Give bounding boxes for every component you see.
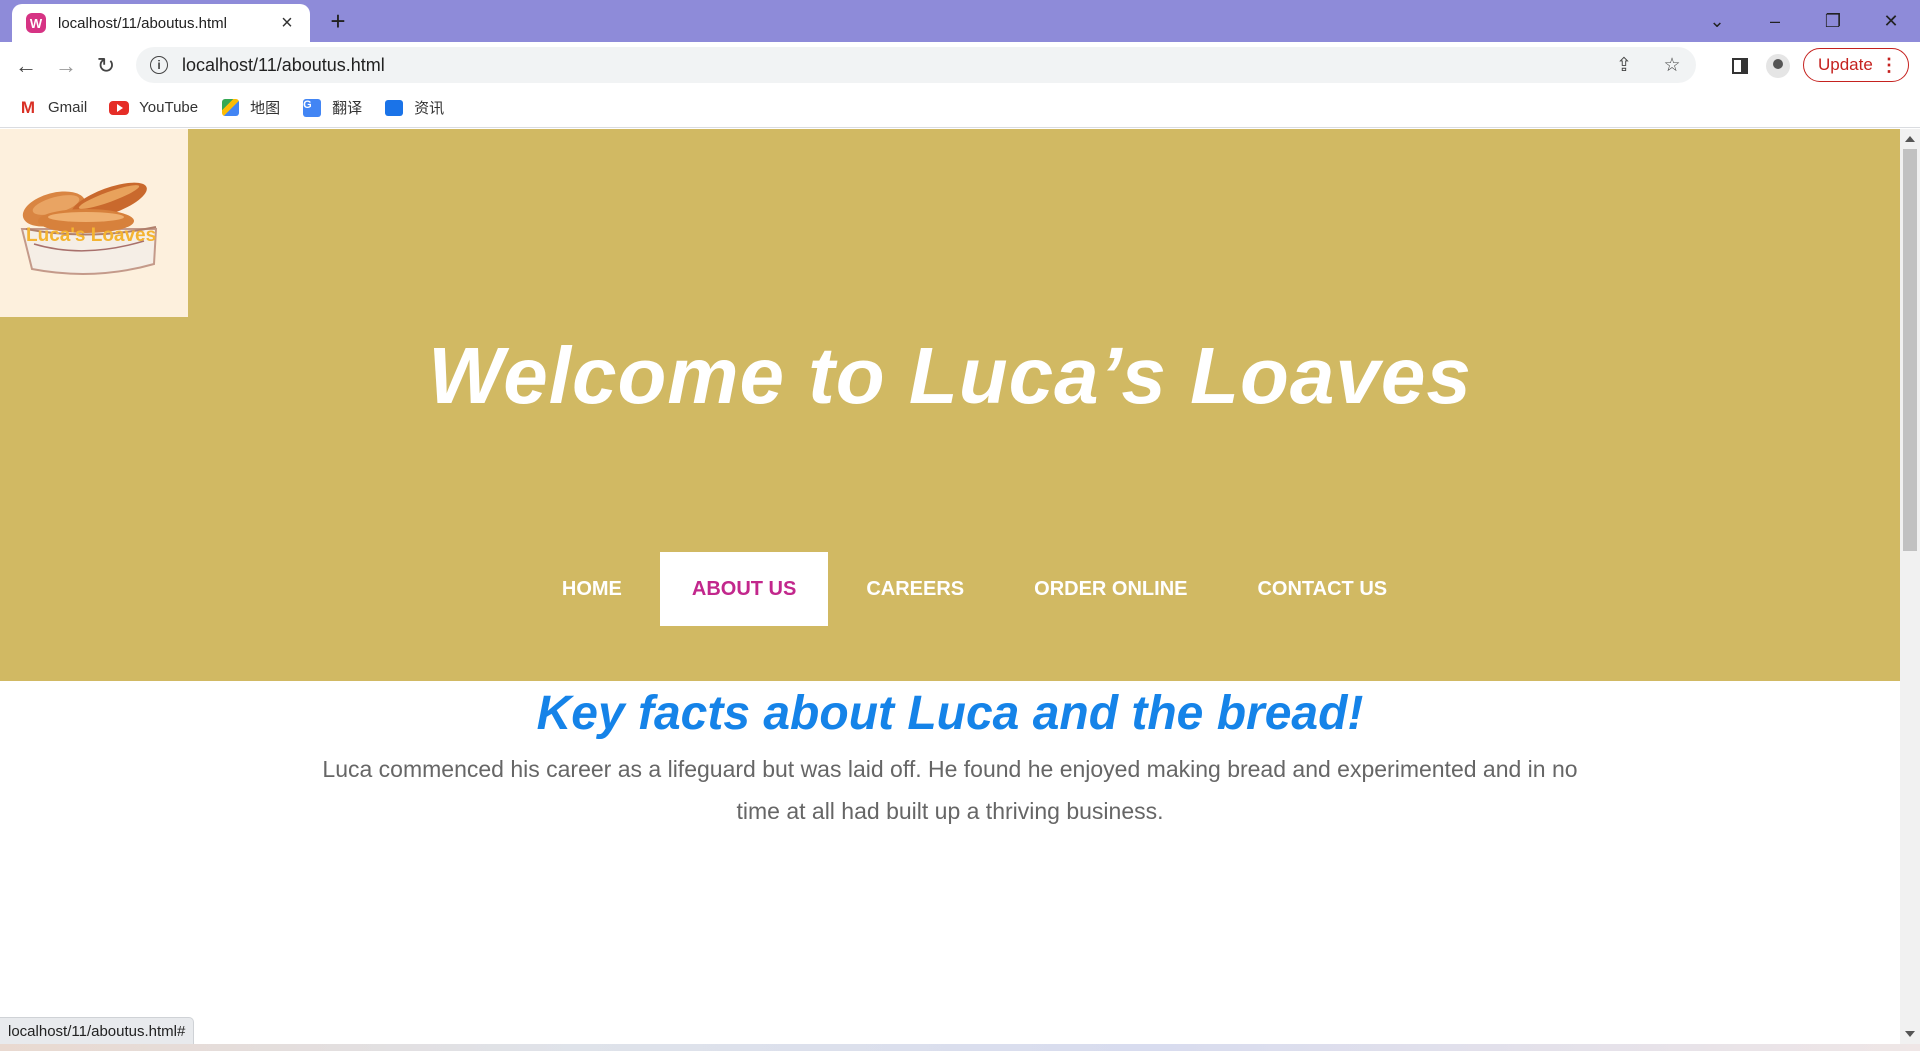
bookmark-label: Gmail bbox=[48, 99, 88, 116]
logo-text: Luca's Loaves bbox=[26, 225, 157, 246]
status-url-bubble: localhost/11/aboutus.html# bbox=[0, 1017, 195, 1044]
bookmark-label: 翻译 bbox=[332, 100, 363, 117]
site-logo[interactable]: Luca's Loaves bbox=[0, 129, 188, 317]
close-window-button[interactable]: ✕ bbox=[1862, 0, 1920, 42]
nav-order-online[interactable]: ORDER ONLINE bbox=[1002, 552, 1219, 626]
news-icon bbox=[385, 99, 404, 116]
gmail-icon: M bbox=[20, 97, 36, 117]
profile-avatar-icon[interactable] bbox=[1764, 52, 1792, 80]
bookmarks-bar: M Gmail YouTube 地图 G 翻译 资讯 bbox=[0, 88, 1920, 128]
reload-icon: ↻ bbox=[96, 53, 116, 78]
desktop-edge bbox=[0, 1044, 1920, 1051]
page-viewport: Luca's Loaves Welcome to Luca’s Loaves H… bbox=[0, 129, 1900, 1044]
nav-careers[interactable]: CAREERS bbox=[834, 552, 996, 626]
restore-button[interactable]: ❐ bbox=[1804, 0, 1862, 42]
hero-banner: Luca's Loaves Welcome to Luca’s Loaves H… bbox=[0, 129, 1900, 681]
tab-favicon-icon: W bbox=[26, 13, 46, 33]
back-arrow-icon: ← bbox=[15, 53, 37, 78]
bookmark-gmail[interactable]: M Gmail bbox=[18, 97, 88, 117]
bookmark-star-icon[interactable]: ☆ bbox=[1658, 51, 1686, 79]
page-scrollbar[interactable] bbox=[1900, 129, 1920, 1044]
site-info-icon[interactable]: i bbox=[150, 56, 168, 74]
browser-toolbar: ← → ↻ i localhost/11/aboutus.html ⇪ ☆ Up… bbox=[0, 42, 1920, 88]
bookmark-youtube[interactable]: YouTube bbox=[109, 99, 198, 116]
scrollbar-thumb[interactable] bbox=[1903, 149, 1917, 551]
tab-close-icon[interactable]: × bbox=[276, 12, 298, 35]
browser-tab[interactable]: W localhost/11/aboutus.html × bbox=[12, 4, 310, 42]
tab-title: localhost/11/aboutus.html bbox=[58, 14, 227, 32]
nav-contact-us[interactable]: CONTACT US bbox=[1225, 552, 1419, 626]
maps-icon bbox=[221, 99, 239, 116]
scroll-up-arrow-icon[interactable] bbox=[1905, 136, 1915, 142]
new-tab-button[interactable]: + bbox=[322, 7, 354, 37]
section-text: Luca commenced his career as a lifeguard… bbox=[322, 756, 1578, 824]
nav-home[interactable]: HOME bbox=[530, 552, 654, 626]
address-bar-url[interactable]: localhost/11/aboutus.html bbox=[182, 55, 385, 76]
share-icon[interactable]: ⇪ bbox=[1610, 51, 1638, 79]
bread-basket-icon bbox=[20, 182, 158, 275]
bookmark-label: 地图 bbox=[250, 100, 281, 117]
bookmark-label: 资讯 bbox=[414, 100, 445, 117]
main-navigation: HOME ABOUT US CAREERS ORDER ONLINE CONTA… bbox=[0, 552, 1900, 626]
minimize-button[interactable]: – bbox=[1746, 0, 1804, 42]
translate-icon: G bbox=[303, 98, 322, 117]
forward-button[interactable]: → bbox=[50, 50, 82, 82]
bookmark-translate[interactable]: G 翻译 bbox=[302, 97, 362, 118]
youtube-icon bbox=[109, 100, 130, 115]
hero-title: Welcome to Luca’s Loaves bbox=[428, 331, 1472, 420]
menu-dots-icon: ⋮ bbox=[1880, 55, 1898, 75]
back-button[interactable]: ← bbox=[10, 50, 42, 82]
reload-button[interactable]: ↻ bbox=[90, 50, 122, 82]
section-title: Key facts about Luca and the bread! bbox=[536, 687, 1364, 740]
bookmark-label: YouTube bbox=[139, 99, 199, 116]
bookmark-maps[interactable]: 地图 bbox=[220, 97, 280, 118]
bookmark-news[interactable]: 资讯 bbox=[384, 97, 444, 118]
window-controls: ⌄ – ❐ ✕ bbox=[1688, 0, 1920, 42]
nav-about-us[interactable]: ABOUT US bbox=[659, 552, 829, 626]
update-label: Update bbox=[1818, 55, 1873, 74]
side-panel-icon[interactable] bbox=[1726, 52, 1754, 80]
scroll-down-arrow-icon[interactable] bbox=[1905, 1031, 1915, 1037]
forward-arrow-icon: → bbox=[55, 53, 77, 78]
tab-search-button[interactable]: ⌄ bbox=[1688, 0, 1746, 42]
tab-strip: W localhost/11/aboutus.html × + ⌄ – ❐ ✕ bbox=[0, 0, 1920, 42]
update-button[interactable]: Update ⋮ bbox=[1803, 48, 1909, 82]
address-bar[interactable]: i localhost/11/aboutus.html ⇪ ☆ bbox=[136, 47, 1696, 83]
